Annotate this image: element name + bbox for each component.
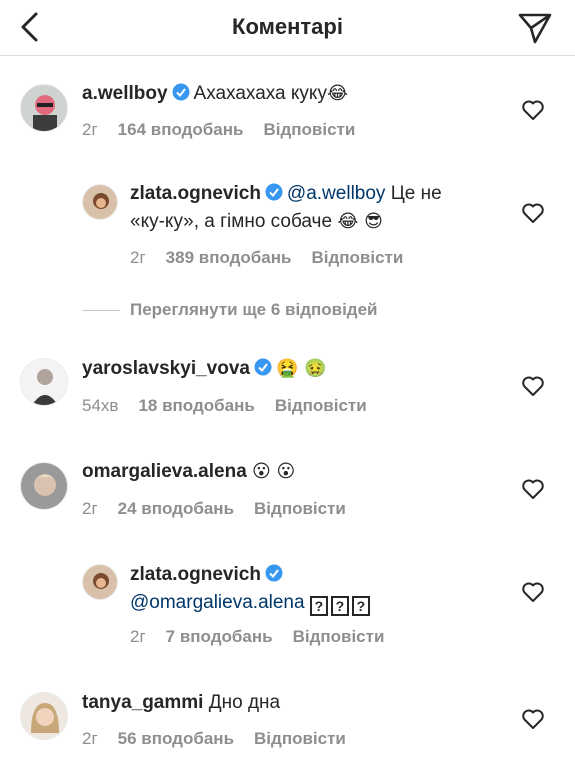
heart-icon[interactable] — [522, 709, 544, 729]
unknown-glyph-box: ? — [330, 596, 349, 616]
comment-text: a.wellboy Ахахахаха куку😂 — [82, 80, 348, 108]
comment-text: tanya_gammi Дно дна — [82, 689, 280, 717]
mention-link[interactable]: @a.wellboy — [287, 183, 386, 204]
likes-count[interactable]: 389 вподобань — [166, 248, 292, 267]
comment-body-line1: Це не — [390, 183, 442, 204]
reply-button[interactable]: Відповісти — [311, 248, 403, 267]
page-title: Коментарі — [232, 14, 343, 39]
unknown-glyph-box: ? — [351, 596, 370, 616]
comment-meta: 2г 164 вподобань Відповісти — [82, 120, 375, 140]
comment-text: zlata.ognevich @omargalieva.alena ??? — [130, 561, 510, 617]
unknown-glyph-box: ? — [309, 596, 328, 616]
likes-count[interactable]: 56 вподобань — [118, 729, 234, 748]
avatar[interactable] — [20, 692, 68, 740]
reply-button[interactable]: Відповісти — [254, 499, 346, 518]
reply-button[interactable]: Відповісти — [254, 729, 346, 748]
username[interactable]: zlata.ognevich — [130, 564, 261, 585]
likes-count[interactable]: 24 вподобань — [118, 499, 234, 518]
comment-time: 2г — [130, 627, 146, 646]
verified-badge-icon — [265, 564, 283, 582]
comment-text: zlata.ognevich @a.wellboy Це не «ку-ку», … — [130, 180, 510, 236]
heart-icon[interactable] — [522, 203, 544, 223]
comment-time: 2г — [82, 499, 98, 518]
username[interactable]: a.wellboy — [82, 83, 168, 104]
avatar[interactable] — [20, 84, 68, 132]
username[interactable]: tanya_gammi — [82, 692, 203, 713]
heart-icon[interactable] — [522, 100, 544, 120]
likes-count[interactable]: 18 вподобань — [138, 396, 254, 415]
likes-count[interactable]: 164 вподобань — [118, 120, 244, 139]
username[interactable]: zlata.ognevich — [130, 183, 261, 204]
heart-icon[interactable] — [522, 479, 544, 499]
header-bar: Коментарі — [0, 0, 575, 56]
comment-meta: 2г 24 вподобань Відповісти — [82, 499, 366, 519]
comment-meta: 2г 389 вподобань Відповісти — [130, 248, 423, 268]
heart-icon[interactable] — [522, 376, 544, 396]
likes-count[interactable]: 7 вподобань — [166, 627, 273, 646]
username[interactable]: omargalieva.alena — [82, 461, 247, 482]
comment-text: yaroslavskyi_vova 🤮 🤢 — [82, 355, 327, 383]
verified-badge-icon — [254, 358, 272, 376]
comment-meta: 2г 7 вподобань Відповісти — [130, 627, 404, 647]
comment-body-line2: «ку-ку», а гімно собаче — [130, 211, 333, 232]
avatar[interactable] — [82, 564, 118, 600]
reply-button[interactable]: Відповісти — [263, 120, 355, 139]
comment-text: omargalieva.alena 😮 😮 — [82, 458, 295, 486]
heart-icon[interactable] — [522, 582, 544, 602]
comment-time: 2г — [82, 729, 98, 748]
reply-button[interactable]: Відповісти — [275, 396, 367, 415]
avatar[interactable] — [20, 462, 68, 510]
comment-time: 2г — [82, 120, 98, 139]
mention-link[interactable]: @omargalieva.alena — [130, 592, 305, 613]
view-more-replies[interactable]: Переглянути ще 6 відповідей — [82, 300, 378, 326]
divider-line — [82, 310, 120, 312]
comment-body: Дно дна — [208, 692, 281, 713]
comment-meta: 54хв 18 вподобань Відповісти — [82, 396, 387, 416]
comment-time: 2г — [130, 248, 146, 267]
verified-badge-icon — [172, 83, 190, 101]
emoji: 😂 — [326, 83, 348, 104]
emoji: 😂 😎 — [337, 211, 383, 232]
comment-time: 54хв — [82, 396, 119, 415]
username[interactable]: yaroslavskyi_vova — [82, 358, 250, 379]
avatar[interactable] — [82, 184, 118, 220]
verified-badge-icon — [265, 183, 283, 201]
paper-plane-icon[interactable] — [517, 10, 553, 46]
emoji: 😮 😮 — [252, 461, 296, 482]
comment-meta: 2г 56 вподобань Відповісти — [82, 729, 366, 749]
avatar[interactable] — [20, 358, 68, 406]
view-more-label: Переглянути ще 6 відповідей — [130, 300, 378, 319]
comment-body: Ахахахаха куку — [193, 83, 327, 104]
emoji: 🤮 🤢 — [275, 358, 327, 379]
reply-button[interactable]: Відповісти — [293, 627, 385, 646]
